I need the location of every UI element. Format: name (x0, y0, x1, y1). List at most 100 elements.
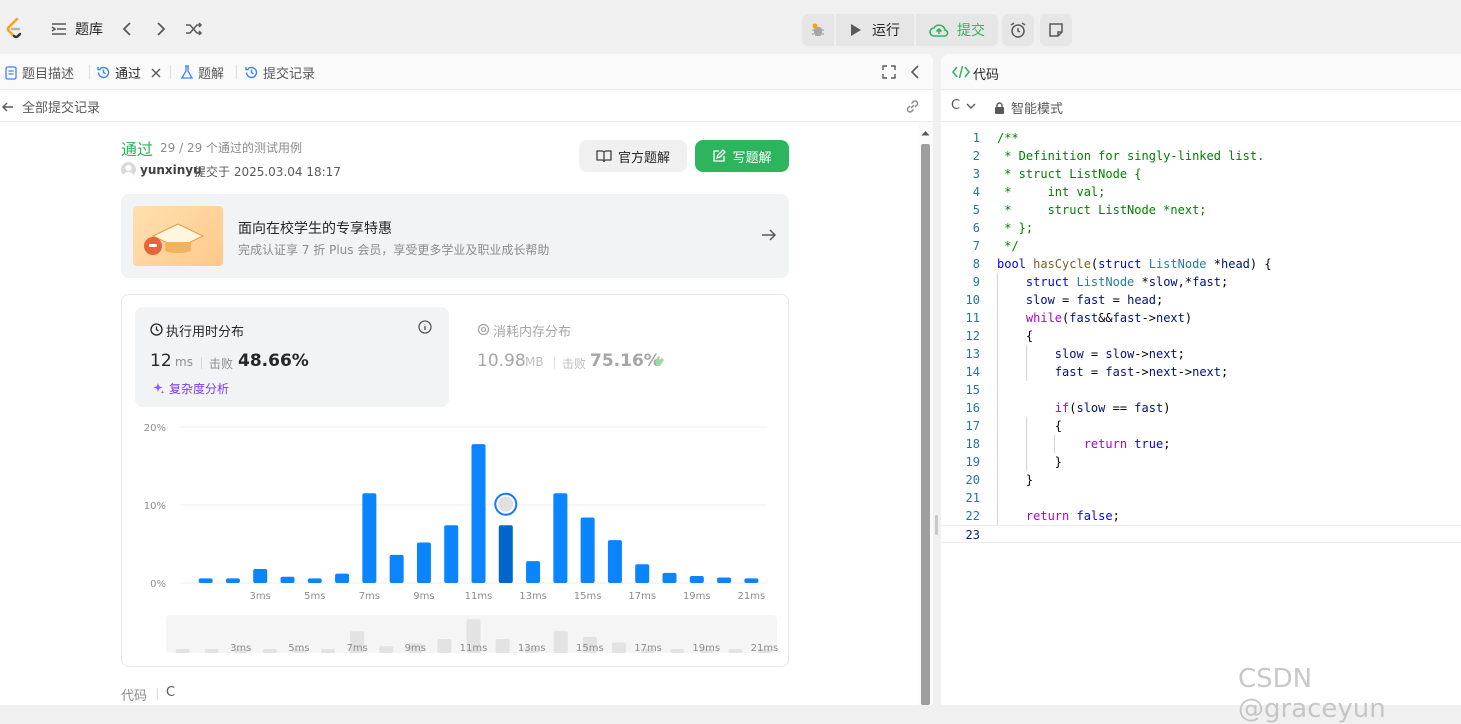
chart-bar (389, 554, 404, 583)
notes-button[interactable] (1040, 14, 1072, 46)
code-line[interactable]: 1 /** (941, 129, 1461, 147)
code-line[interactable]: 2 * Definition for singly-linked list. (941, 147, 1461, 165)
brush-bar (611, 642, 626, 653)
code-line[interactable]: 4 * int val; (941, 183, 1461, 201)
official-solution-button[interactable]: 官方题解 (579, 140, 687, 172)
code-text: return true; (1083, 437, 1171, 451)
brush-tick-label: 9ms (405, 643, 426, 654)
code-text: */ (997, 239, 1019, 253)
code-line[interactable]: 3 * struct ListNode { (941, 165, 1461, 183)
code-line[interactable]: 8 bool hasCycle(struct ListNode *head) { (941, 255, 1461, 273)
brush-tick-label: 11ms (460, 643, 488, 654)
line-number: 10 (965, 293, 980, 307)
chart-bar (607, 540, 622, 583)
memory-value: 10.98 (477, 351, 526, 371)
random-problem-button[interactable] (182, 16, 206, 42)
code-language-label: C (166, 685, 176, 700)
panel-resize-handle[interactable] (935, 515, 938, 535)
problem-list-button[interactable]: 题库 (44, 14, 110, 44)
brush-bar (495, 638, 510, 653)
tab-divider (236, 65, 237, 79)
code-text: { (997, 419, 1063, 433)
next-problem-button[interactable] (150, 16, 172, 42)
promo-title: 面向在校学生的专享特惠 (238, 221, 392, 237)
code-line[interactable]: 12 { (941, 327, 1461, 345)
language-selector[interactable]: C (951, 98, 976, 113)
runtime-stat-box[interactable]: 执行用时分布 12 ms 击败 48.66% 复杂度分析 (135, 307, 449, 407)
runtime-distribution-chart: 20% 10% 0% 3ms 5ms 7ms 9ms 11ms 13ms 15ms 17ms 19ms… (144, 423, 779, 654)
code-line[interactable]: 7 */ (941, 237, 1461, 255)
graduation-cap-icon (133, 206, 223, 266)
code-section-label: 代码 (121, 689, 148, 704)
code-line[interactable]: 11 while(fast&&fast->next) (941, 309, 1461, 327)
tab-passed-label: 通过 (115, 67, 142, 82)
tab-solutions[interactable]: 题解 (180, 63, 224, 82)
chart-bar (335, 573, 350, 583)
info-icon[interactable] (418, 320, 432, 334)
close-icon[interactable] (151, 68, 161, 78)
divider (554, 357, 555, 369)
run-button[interactable]: 运行 (836, 14, 914, 46)
arrow-right-icon[interactable] (761, 228, 777, 242)
indent-guide (1026, 417, 1027, 471)
code-line[interactable]: 23 (941, 525, 1461, 543)
runtime-beats-label: 击败 (209, 357, 234, 371)
avatar (498, 496, 514, 512)
sparkle-icon (153, 383, 165, 394)
code-line[interactable]: 18 return true; (941, 435, 1461, 453)
debug-button[interactable] (802, 14, 834, 46)
submission-detail: 通过 29 / 29 个通过的测试用例 yunxinyu 提交于 2025.03… (0, 122, 918, 705)
chart-bar (580, 517, 595, 583)
tab-passed[interactable]: 通过 (96, 63, 161, 82)
complexity-analysis-link[interactable]: 复杂度分析 (152, 380, 229, 397)
run-label: 运行 (872, 23, 900, 39)
code-line[interactable]: 10 slow = fast = head; (941, 291, 1461, 309)
code-line[interactable]: 5 * struct ListNode *next; (941, 201, 1461, 219)
brush-tick-label: 7ms (346, 643, 367, 654)
scrollbar-thumb[interactable] (921, 144, 930, 705)
code-line[interactable]: 17 { (941, 417, 1461, 435)
code-line[interactable]: 6 * }; (941, 219, 1461, 237)
line-number: 17 (965, 419, 980, 433)
tab-description[interactable]: 题目描述 (4, 63, 74, 82)
code-line[interactable]: 13 slow = slow->next; (941, 345, 1461, 363)
memory-stat-box[interactable]: 消耗内存分布 10.98 MB 击败 75.16% (462, 307, 776, 407)
line-number: 8 (972, 257, 980, 271)
collapse-panel-button[interactable] (910, 65, 920, 83)
chevron-right-icon (157, 22, 166, 36)
scroll-up-arrow[interactable] (921, 130, 930, 136)
prev-problem-button[interactable] (116, 16, 138, 42)
brush-tick-label: 3ms (230, 643, 251, 654)
write-solution-button[interactable]: 写题解 (695, 140, 789, 172)
code-line[interactable]: 22 return false; (941, 507, 1461, 525)
code-line[interactable]: 15 (941, 381, 1461, 399)
back-to-submissions-link[interactable]: 全部提交记录 (2, 97, 100, 116)
line-number: 12 (965, 329, 980, 343)
tab-submissions[interactable]: 提交记录 (244, 63, 315, 82)
fullscreen-button[interactable] (882, 65, 896, 83)
back-label: 全部提交记录 (22, 101, 101, 116)
code-line[interactable]: 19 } (941, 453, 1461, 471)
document-icon (5, 65, 17, 80)
avatar[interactable] (121, 162, 136, 177)
code-line[interactable]: 20 } (941, 471, 1461, 489)
line-number: 4 (972, 185, 980, 199)
code-line[interactable]: 9 struct ListNode *slow,*fast; (941, 273, 1461, 291)
x-tick-label: 9ms (413, 591, 434, 602)
line-number: 9 (972, 275, 980, 289)
promo-description: 完成认证享 7 折 Plus 会员，享受更多学业及职业成长帮助 (238, 243, 550, 257)
student-promo-banner[interactable]: 面向在校学生的专享特惠 完成认证享 7 折 Plus 会员，享受更多学业及职业成… (121, 194, 789, 278)
leetcode-logo[interactable] (4, 16, 24, 40)
username[interactable]: yunxinyu (140, 163, 202, 177)
submit-button[interactable]: 提交 (916, 14, 998, 46)
smart-mode-toggle[interactable]: 智能模式 (994, 98, 1063, 117)
code-line[interactable]: 16 if(slow == fast) (941, 399, 1461, 417)
indent-guide (1054, 435, 1055, 453)
timer-button[interactable] (1002, 14, 1034, 46)
brush-tick-label: 21ms (751, 643, 779, 654)
share-link-button[interactable] (904, 98, 921, 119)
code-line[interactable]: 21 (941, 489, 1461, 507)
code-line[interactable]: 14 fast = fast->next->next; (941, 363, 1461, 381)
x-tick-label: 15ms (574, 591, 602, 602)
x-tick-label: 19ms (683, 591, 711, 602)
